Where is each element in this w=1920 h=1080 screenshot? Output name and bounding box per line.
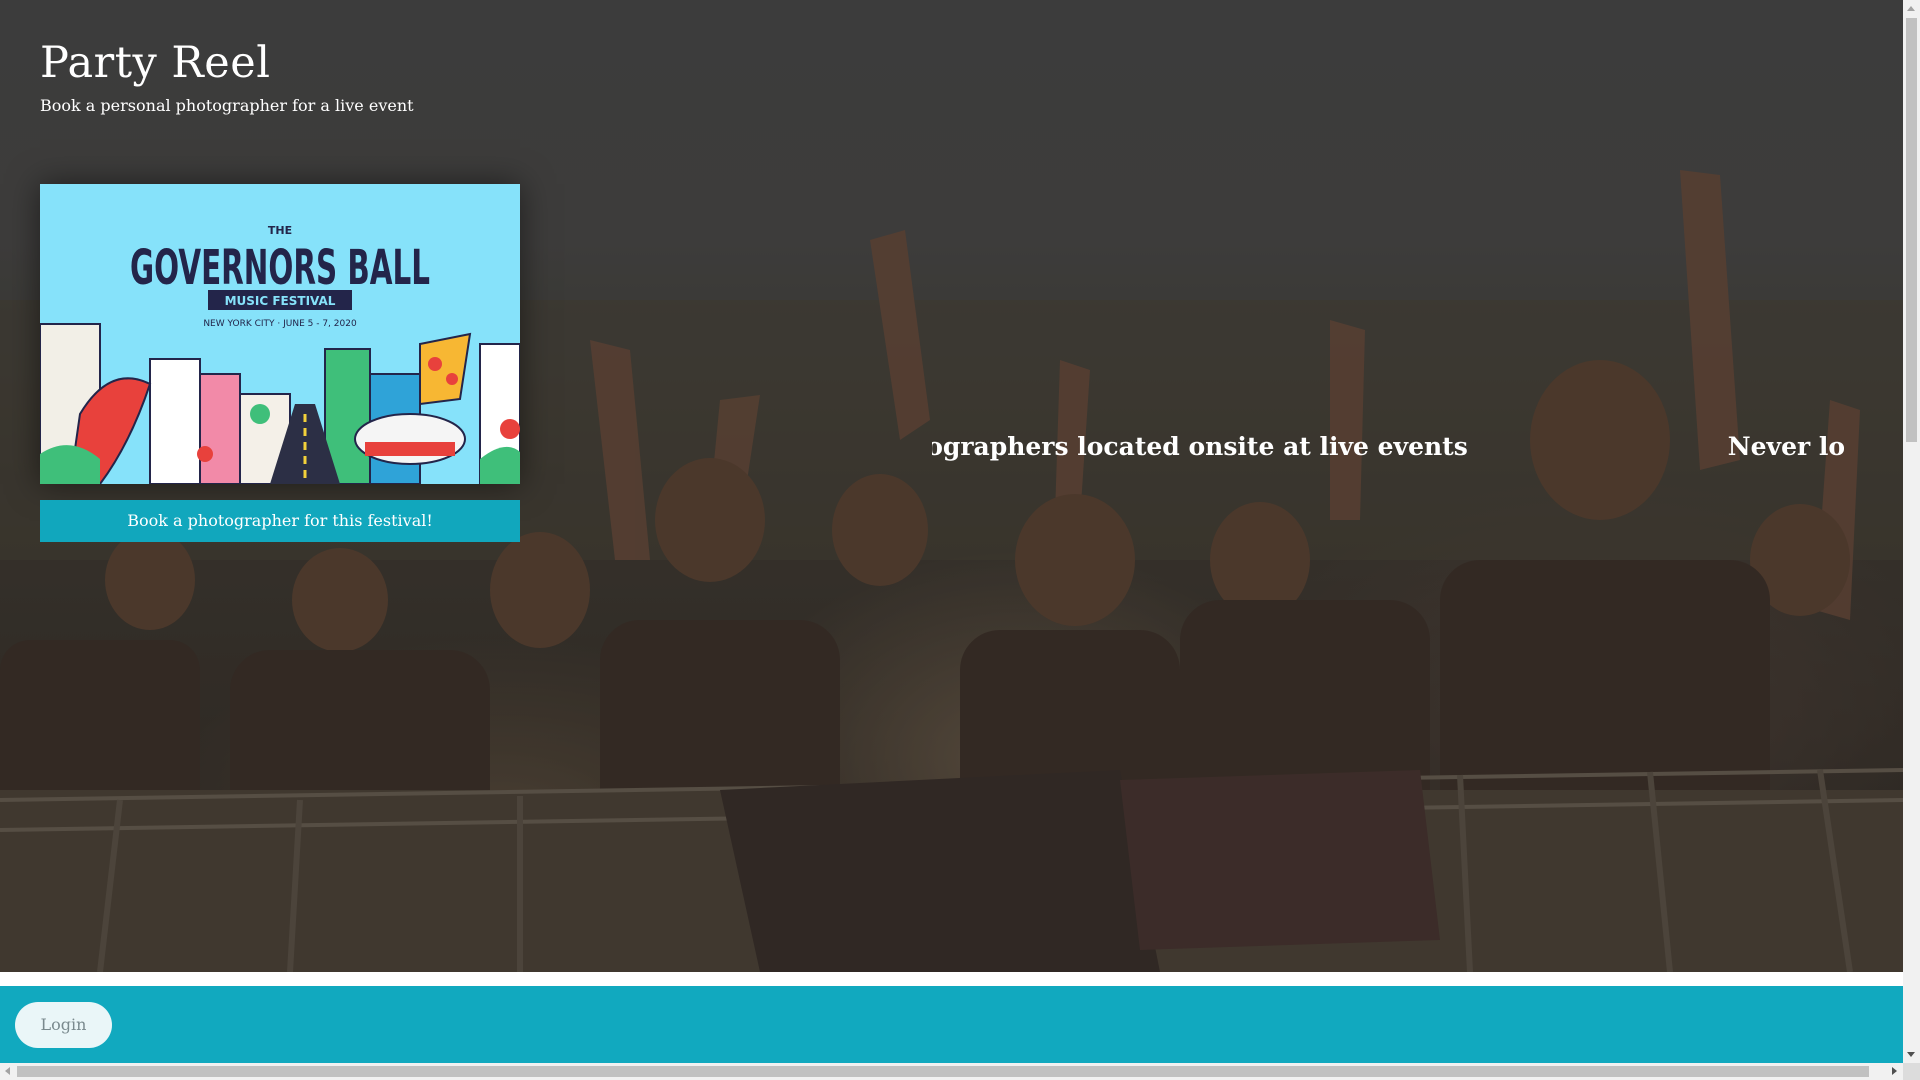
site-tagline: Book a personal photographer for a live … — [40, 96, 414, 115]
book-photographer-button[interactable]: Book a photographer for this festival! — [40, 500, 520, 542]
triangle-left-icon[interactable] — [5, 1067, 10, 1075]
features-marquee: otographers located onsite at live event… — [932, 424, 1844, 472]
footer-bar: Login — [0, 986, 1903, 1064]
vertical-scroll-thumb[interactable] — [1906, 18, 1917, 442]
festival-poster-card[interactable]: THE GOVERNORS BALL MUSIC FESTIVAL NEW YO… — [40, 184, 520, 484]
poster-subtitle-text: MUSIC FESTIVAL — [225, 294, 336, 308]
governors-ball-poster: THE GOVERNORS BALL MUSIC FESTIVAL NEW YO… — [40, 184, 520, 484]
marquee-item: Never lose batt — [1727, 432, 1844, 461]
login-button[interactable]: Login — [15, 1002, 112, 1048]
poster-title-text: GOVERNORS BALL — [130, 240, 430, 296]
poster-date-text: NEW YORK CITY · JUNE 5 - 7, 2020 — [203, 319, 357, 329]
poster-the-text: THE — [268, 224, 292, 237]
marquee-item: otographers located onsite at live event… — [932, 432, 1468, 461]
triangle-down-icon[interactable] — [1907, 1052, 1915, 1057]
triangle-up-icon[interactable] — [1907, 6, 1915, 11]
scrollbar-corner — [1903, 1063, 1920, 1080]
hero-section: Party Reel Book a personal photographer … — [0, 0, 1903, 972]
triangle-right-icon[interactable] — [1892, 1067, 1897, 1075]
vertical-scrollbar[interactable] — [1903, 0, 1920, 1080]
horizontal-scroll-thumb[interactable] — [17, 1066, 1869, 1077]
marquee-track: otographers located onsite at live event… — [932, 432, 1844, 461]
horizontal-scrollbar[interactable] — [0, 1063, 1903, 1080]
hero-dark-overlay — [0, 0, 1903, 972]
site-title: Party Reel — [40, 38, 271, 88]
